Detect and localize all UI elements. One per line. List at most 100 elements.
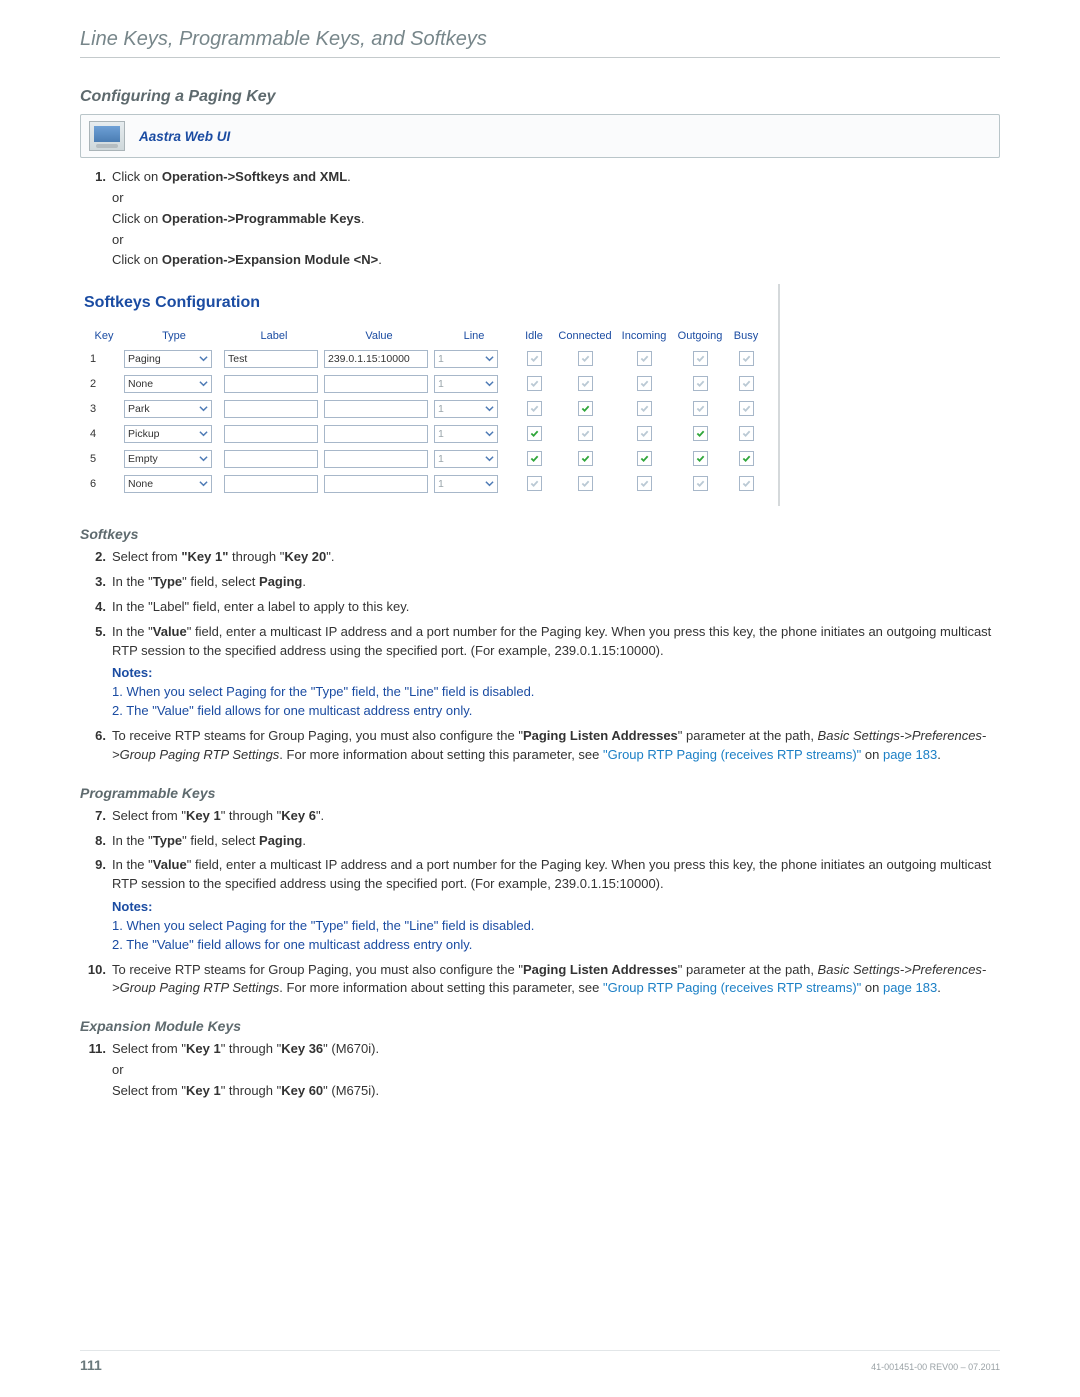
idle-checkbox[interactable] <box>527 426 542 441</box>
busy-cell <box>728 476 764 491</box>
line-select[interactable]: 1 <box>434 475 498 493</box>
programmable-keys-heading: Programmable Keys <box>80 785 1000 801</box>
type-value: Park <box>128 403 150 415</box>
section-title: Configuring a Paging Key <box>80 88 1000 106</box>
label-input[interactable] <box>224 425 318 443</box>
step-2: 2. Select from "Key 1" through "Key 20". <box>80 548 1000 567</box>
page-ref-link[interactable]: page 183 <box>883 747 937 762</box>
line-select[interactable]: 1 <box>434 425 498 443</box>
step-text: In the "Label" field, enter a label to a… <box>112 599 409 614</box>
step-number: 11. <box>80 1040 106 1059</box>
step-text: Select from "Key 1" through "Key 6". <box>112 808 324 823</box>
step-number: 2. <box>80 548 106 567</box>
busy-cell <box>728 351 764 366</box>
line-select[interactable]: 1 <box>434 450 498 468</box>
step-number: 5. <box>80 623 106 642</box>
notes-label: Notes: <box>112 898 1000 917</box>
outgoing-checkbox[interactable] <box>693 426 708 441</box>
label-input[interactable]: Test <box>224 350 318 368</box>
page-footer: 111 41-001451-00 REV00 – 07.2011 <box>80 1350 1000 1373</box>
col-line: Line <box>434 326 514 346</box>
incoming-checkbox[interactable] <box>637 426 652 441</box>
step-or: or <box>112 1061 1000 1080</box>
step-text: Click on Operation->Expansion Module <N>… <box>112 252 382 267</box>
connected-checkbox[interactable] <box>578 426 593 441</box>
incoming-checkbox[interactable] <box>637 476 652 491</box>
line-value: 1 <box>438 478 444 490</box>
connected-checkbox[interactable] <box>578 476 593 491</box>
col-busy: Busy <box>728 326 764 346</box>
busy-checkbox[interactable] <box>739 476 754 491</box>
value-input[interactable] <box>324 400 428 418</box>
step-number: 10. <box>80 961 106 980</box>
value-input[interactable]: 239.0.1.15:10000 <box>324 350 428 368</box>
type-select[interactable]: Park <box>124 400 212 418</box>
incoming-checkbox[interactable] <box>637 401 652 416</box>
busy-checkbox[interactable] <box>739 426 754 441</box>
outgoing-checkbox[interactable] <box>693 451 708 466</box>
connected-checkbox[interactable] <box>578 351 593 366</box>
step-6: 6. To receive RTP steams for Group Pagin… <box>80 727 1000 765</box>
connected-checkbox[interactable] <box>578 376 593 391</box>
outgoing-checkbox[interactable] <box>693 476 708 491</box>
step-list-progkeys: 7. Select from "Key 1" through "Key 6". … <box>80 807 1000 999</box>
outgoing-checkbox[interactable] <box>693 376 708 391</box>
line-select[interactable]: 1 <box>434 400 498 418</box>
step-text: Select from "Key 1" through "Key 36" (M6… <box>112 1041 379 1056</box>
col-incoming: Incoming <box>616 326 672 346</box>
step-text: To receive RTP steams for Group Paging, … <box>112 962 986 996</box>
outgoing-cell <box>672 376 728 391</box>
idle-checkbox[interactable] <box>527 376 542 391</box>
idle-checkbox[interactable] <box>527 476 542 491</box>
outgoing-checkbox[interactable] <box>693 401 708 416</box>
label-input[interactable] <box>224 450 318 468</box>
type-select[interactable]: Empty <box>124 450 212 468</box>
type-select[interactable]: Paging <box>124 350 212 368</box>
page-ref-link[interactable]: page 183 <box>883 980 937 995</box>
table-row: 3Park1 <box>84 396 774 421</box>
line-select[interactable]: 1 <box>434 350 498 368</box>
incoming-cell <box>616 351 672 366</box>
step-11: 11. Select from "Key 1" through "Key 36"… <box>80 1040 1000 1101</box>
connected-cell <box>554 451 616 466</box>
monitor-icon <box>89 121 125 151</box>
step-9: 9. In the "Value" field, enter a multica… <box>80 856 1000 954</box>
label-input[interactable] <box>224 400 318 418</box>
idle-checkbox[interactable] <box>527 451 542 466</box>
incoming-cell <box>616 476 672 491</box>
incoming-cell <box>616 426 672 441</box>
busy-checkbox[interactable] <box>739 401 754 416</box>
value-input[interactable] <box>324 475 428 493</box>
screenshot-title: Softkeys Configuration <box>84 294 774 312</box>
type-select[interactable]: None <box>124 375 212 393</box>
busy-checkbox[interactable] <box>739 376 754 391</box>
outgoing-checkbox[interactable] <box>693 351 708 366</box>
col-outgoing: Outgoing <box>672 326 728 346</box>
idle-checkbox[interactable] <box>527 351 542 366</box>
connected-cell <box>554 401 616 416</box>
busy-checkbox[interactable] <box>739 451 754 466</box>
type-value: None <box>128 478 153 490</box>
step-number: 1. <box>80 168 106 187</box>
outgoing-cell <box>672 451 728 466</box>
busy-checkbox[interactable] <box>739 351 754 366</box>
incoming-checkbox[interactable] <box>637 451 652 466</box>
cross-ref-link[interactable]: "Group RTP Paging (receives RTP streams)… <box>603 747 861 762</box>
incoming-checkbox[interactable] <box>637 351 652 366</box>
line-value: 1 <box>438 403 444 415</box>
type-select[interactable]: Pickup <box>124 425 212 443</box>
idle-cell <box>514 451 554 466</box>
type-select[interactable]: None <box>124 475 212 493</box>
value-input[interactable] <box>324 450 428 468</box>
cross-ref-link[interactable]: "Group RTP Paging (receives RTP streams)… <box>603 980 861 995</box>
incoming-checkbox[interactable] <box>637 376 652 391</box>
label-input[interactable] <box>224 475 318 493</box>
connected-checkbox[interactable] <box>578 451 593 466</box>
label-input[interactable] <box>224 375 318 393</box>
value-input[interactable] <box>324 375 428 393</box>
step-text: In the "Value" field, enter a multicast … <box>112 624 991 658</box>
line-select[interactable]: 1 <box>434 375 498 393</box>
connected-checkbox[interactable] <box>578 401 593 416</box>
value-input[interactable] <box>324 425 428 443</box>
idle-checkbox[interactable] <box>527 401 542 416</box>
